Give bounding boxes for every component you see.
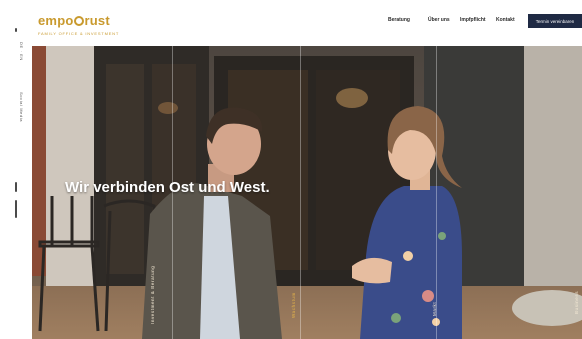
- rail-social-label[interactable]: Social Media: [10, 92, 24, 150]
- rail-language-switch[interactable]: DE · EN: [10, 42, 24, 68]
- hero-headline: Wir verbinden Ost und West.: [65, 179, 270, 196]
- logo-wordmark: empo rust: [38, 13, 110, 28]
- hero-vertical-label[interactable]: Markt: [432, 286, 437, 316]
- hero-vertical-label[interactable]: Wachstum: [291, 258, 296, 318]
- nav-item-impfpflicht[interactable]: Impfpflicht: [460, 17, 486, 23]
- hero-section: Wir verbinden Ost und West. Investment &…: [32, 46, 582, 339]
- nav-item-ueber-uns[interactable]: Über uns: [428, 17, 450, 23]
- hero-vertical-label[interactable]: Investment & Beratung: [150, 264, 155, 324]
- site-header: empo rust FAMILY OFFICE & INVESTMENT Bera…: [32, 0, 582, 46]
- rail-marker-icon: [15, 200, 17, 218]
- left-rail: DE · EN Social Media: [0, 0, 32, 339]
- page: DE · EN Social Media empo rust FAMILY OFF…: [0, 0, 582, 339]
- brand-logo[interactable]: empo rust FAMILY OFFICE & INVESTMENT: [38, 12, 119, 36]
- nav-item-kontakt[interactable]: Kontakt: [496, 17, 515, 23]
- rail-marker-icon: [15, 182, 17, 192]
- appointment-button[interactable]: Termin vereinbaren: [528, 14, 582, 28]
- nav-item-beratung[interactable]: Beratung: [388, 17, 410, 23]
- grid-line: [300, 46, 301, 339]
- hero-vertical-label[interactable]: Business: [574, 254, 579, 314]
- logo-tagline: FAMILY OFFICE & INVESTMENT: [38, 31, 120, 36]
- logo-ring-icon: [73, 16, 84, 26]
- rail-marker-icon: [15, 28, 17, 32]
